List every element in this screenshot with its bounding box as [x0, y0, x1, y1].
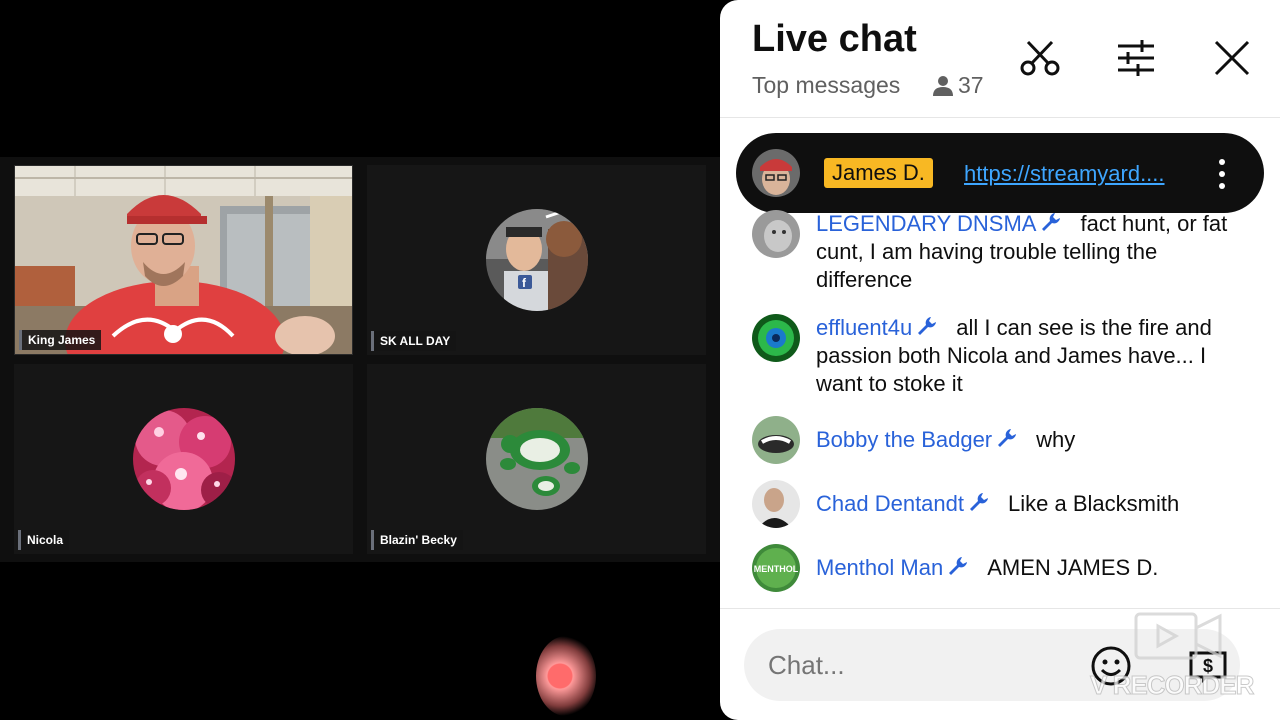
author-avatar: MENTHOL	[752, 544, 800, 592]
wrench-icon	[918, 317, 937, 335]
wrench-icon	[998, 429, 1017, 447]
participant-tile-blazin-becky[interactable]: Blazin' Becky	[367, 364, 706, 554]
participant-tile-king-james[interactable]: King James	[14, 165, 353, 355]
wrench-icon	[1042, 213, 1061, 231]
message-author[interactable]: Chad Dentandt	[816, 491, 964, 516]
message-text: Like a Blacksmith	[1008, 491, 1180, 516]
author-avatar	[752, 416, 800, 464]
pinned-author-badge[interactable]: James D.	[824, 158, 933, 188]
message-body: Menthol Man AMEN JAMES D.	[816, 554, 1236, 582]
message-text: why	[1036, 427, 1076, 452]
participant-name-tag: SK ALL DAY	[371, 331, 457, 351]
video-camera-icon	[1134, 612, 1222, 660]
message-body: effluent4u all I can see is the fire and …	[816, 314, 1236, 398]
author-avatar	[752, 314, 800, 362]
message-author[interactable]: Menthol Man	[816, 555, 943, 580]
author-avatar	[752, 480, 800, 528]
screen: King James f SK ALL DAY Nicola Blazin' B…	[0, 0, 1280, 720]
wrench-icon	[970, 493, 988, 511]
viewer-count-value: 37	[958, 72, 984, 98]
participant-video	[15, 166, 352, 354]
watermark-text: V RECORDER	[1089, 670, 1254, 701]
participant-tile-sk-all-day[interactable]: f SK ALL DAY	[367, 165, 706, 355]
participant-avatar	[485, 408, 588, 510]
participant-name-tag: Nicola	[18, 530, 70, 550]
message-body: LEGENDARY DNSMA fact hunt, or fat cunt, I…	[816, 210, 1236, 294]
pinned-link[interactable]: https://streamyard....	[964, 161, 1165, 187]
message-author[interactable]: effluent4u	[816, 315, 912, 340]
participant-name-tag: Blazin' Becky	[371, 530, 463, 550]
message-author[interactable]: Bobby the Badger	[816, 427, 992, 452]
participant-avatar	[132, 408, 235, 510]
person-icon	[933, 75, 953, 96]
participant-avatar: f	[485, 209, 588, 311]
message-text: AMEN JAMES D.	[987, 555, 1159, 580]
participant-name-tag: King James	[19, 330, 102, 350]
chat-title: Live chat	[752, 18, 917, 60]
record-indicator[interactable]	[536, 636, 596, 716]
viewer-count: 37	[932, 72, 984, 99]
participant-tile-nicola[interactable]: Nicola	[14, 364, 353, 554]
more-vert-icon[interactable]	[1214, 157, 1230, 191]
chat-header: Live chat Top messages 37	[720, 0, 1280, 118]
message-body: Bobby the Badger why	[816, 426, 1236, 454]
message-author[interactable]: LEGENDARY DNSMA	[816, 211, 1036, 236]
video-grid: King James f SK ALL DAY Nicola Blazin' B…	[0, 157, 720, 562]
pinned-message[interactable]: James D. https://streamyard....	[736, 133, 1264, 213]
svg-text:MENTHOL: MENTHOL	[754, 564, 799, 574]
close-icon[interactable]	[1210, 36, 1254, 80]
scissors-icon[interactable]	[1018, 36, 1062, 80]
top-messages-dropdown[interactable]: Top messages	[752, 72, 900, 99]
wrench-icon	[949, 557, 968, 575]
pinned-author-avatar	[752, 149, 800, 197]
author-avatar	[752, 210, 800, 258]
sliders-icon[interactable]	[1114, 36, 1158, 80]
message-body: Chad Dentandt Like a Blacksmith	[816, 490, 1236, 518]
recorder-watermark: V RECORDER	[1089, 606, 1270, 706]
